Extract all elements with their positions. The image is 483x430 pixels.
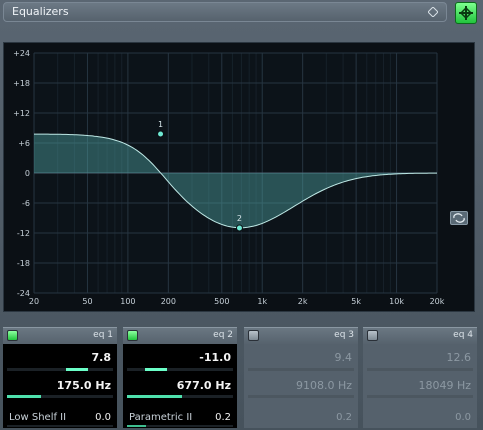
x-tick-label: 50 [82,297,92,306]
band-3-q-value[interactable]: 0.2 [336,412,352,423]
eq-point-1[interactable] [157,130,165,138]
eq-point-2[interactable] [235,224,243,232]
band-2-type[interactable]: Parametric II [129,412,192,423]
eq-bypass-button[interactable] [455,2,477,24]
band-3-header: eq 3 [244,327,358,345]
band-1-q-value[interactable]: 0.0 [95,412,111,423]
band-3-panel: eq 3 9.4 9108.0 Hz 0.2 [244,327,358,428]
band-1-freq-fill [7,395,41,398]
band-2-freq-slider[interactable] [127,395,233,398]
band-4-gain-slider[interactable] [367,368,473,371]
band-1-type[interactable]: Low Shelf II [9,412,66,423]
eq-point-1-label: 1 [158,120,163,129]
x-tick-label: 20k [430,297,445,306]
y-tick-label: +24 [13,49,30,58]
power-icon [459,6,473,20]
band-4-header: eq 4 [363,327,477,345]
band-2-freq-fill [127,395,183,398]
x-tick-label: 10k [389,297,404,306]
y-tick-label: +12 [13,109,30,118]
loop-icon [453,213,465,223]
band-1-header: eq 1 [3,327,117,345]
x-tick-label: 100 [120,297,135,306]
band-4-panel: eq 4 12.6 18049 Hz 0.0 [363,327,477,428]
eq-curve-display[interactable]: +24 +18 +12 +6 0 -6 -12 -18 -24 20 50 100 200 500 1k 2k… [3,42,475,312]
band-4-q-value[interactable]: 0.0 [455,412,471,423]
band-2-q-slider[interactable] [127,425,233,427]
band-3-freq-slider[interactable] [248,395,354,398]
band-3-label: eq 3 [334,330,354,340]
x-tick-label: 1k [257,297,267,306]
band-3-freq-value[interactable]: 9108.0 Hz [296,379,352,392]
x-tick-label: 2k [298,297,308,306]
reset-curve-button[interactable] [450,211,468,225]
y-tick-label: +18 [13,79,30,88]
y-tick-label: -6 [22,199,30,208]
x-tick-label: 200 [161,297,176,306]
band-2-q-fill [127,425,147,427]
window-title: Equalizers [12,5,69,18]
band-1-q-slider[interactable] [7,425,113,427]
band-2-power-button[interactable] [127,330,138,341]
band-2-freq-value[interactable]: 677.0 Hz [177,379,231,392]
band-4-freq-slider[interactable] [367,395,473,398]
diamond-icon [428,7,438,17]
band-4-gain-value[interactable]: 12.6 [447,351,472,364]
x-tick-label: 5k [351,297,361,306]
band-3-gain-slider[interactable] [248,368,354,371]
y-tick-label: +6 [18,139,30,148]
band-3-power-button[interactable] [248,330,259,341]
band-2-gain-value[interactable]: -11.0 [199,351,231,364]
equalizer-window: Equalizers +24 +18 +12 +6 0 -6 -12 -18 -24 20 50 10… [0,0,483,430]
band-4-power-button[interactable] [367,330,378,341]
band-2-q-value[interactable]: 0.2 [215,412,231,423]
band-2-panel: eq 2 -11.0 677.0 Hz Parametric II 0.2 [123,327,237,428]
band-1-freq-slider[interactable] [7,395,113,398]
band-1-gain-slider[interactable] [7,368,113,371]
band-3-gain-value[interactable]: 9.4 [335,351,353,364]
x-tick-label: 500 [214,297,229,306]
eq-point-2-label: 2 [237,214,242,223]
y-tick-label: 0 [25,169,30,178]
band-1-gain-knob[interactable] [65,368,88,371]
eq-curve-svg[interactable]: +24+18+12+60-6-12-18-2420 50 100 200 500 1k 2k… [4,43,474,311]
band-1-panel: eq 1 7.8 175.0 Hz Low Shelf II 0.0 [3,327,117,428]
band-2-gain-knob[interactable] [144,368,167,371]
band-1-gain-value[interactable]: 7.8 [92,351,112,364]
y-tick-label: -18 [17,259,30,268]
band-1-freq-value[interactable]: 175.0 Hz [57,379,111,392]
band-2-header: eq 2 [123,327,237,345]
band-1-label: eq 1 [93,330,113,340]
y-tick-label: -12 [17,229,30,238]
preset-selector[interactable]: Equalizers [3,2,447,22]
band-4-label: eq 4 [453,330,473,340]
x-tick-label: 20 [29,297,39,306]
band-4-freq-value[interactable]: 18049 Hz [418,379,471,392]
band-2-gain-slider[interactable] [127,368,233,371]
band-1-power-button[interactable] [7,330,18,341]
band-2-label: eq 2 [213,330,233,340]
